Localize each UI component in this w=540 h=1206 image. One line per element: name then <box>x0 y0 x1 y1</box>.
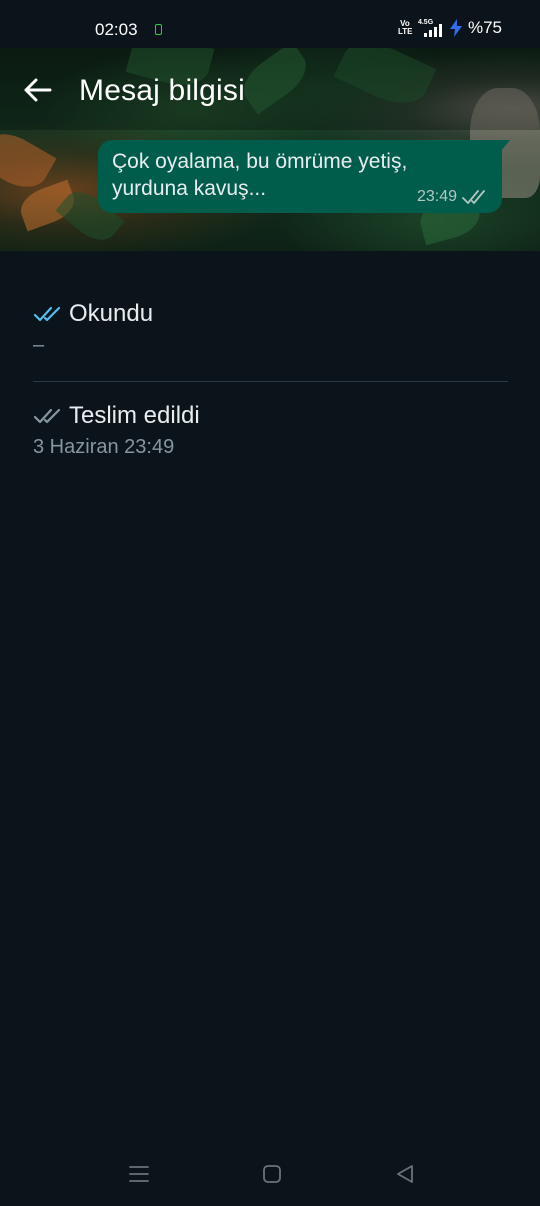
recent-apps-button[interactable] <box>119 1154 159 1194</box>
back-triangle-icon <box>397 1165 413 1183</box>
message-time: 23:49 <box>416 188 457 205</box>
menu-icon <box>129 1166 149 1182</box>
home-button[interactable] <box>252 1154 292 1194</box>
divider <box>33 381 508 382</box>
delivered-label: Teslim edildi <box>69 402 200 429</box>
back-button[interactable] <box>18 70 58 110</box>
header-wallpaper: Mesaj bilgisi Çok oyalama, bu ömrüme yet… <box>0 48 540 251</box>
volte-icon: Vo LTE <box>397 19 413 36</box>
delivered-value: 3 Haziran 23:49 <box>33 436 175 458</box>
read-value: – <box>33 334 45 356</box>
read-receipt-section: Okundu – <box>33 300 508 357</box>
battery-percentage: %75 <box>467 18 502 37</box>
status-bar: 02:03 Vo LTE 4.5G %75 <box>0 0 540 48</box>
notification-icon <box>155 24 162 35</box>
double-check-icon <box>462 190 485 204</box>
charging-bolt-icon <box>449 19 462 37</box>
message-bubble[interactable]: Çok oyalama, bu ömrüme yetiş, yurduna ka… <box>98 140 510 213</box>
arrow-left-icon <box>24 78 52 102</box>
system-nav-bar <box>0 1142 540 1206</box>
signal-icon: 4.5G <box>418 19 444 37</box>
delivered-receipt-section: Teslim edildi 3 Haziran 23:49 <box>33 402 508 459</box>
page-title: Mesaj bilgisi <box>79 74 245 107</box>
status-icons: Vo LTE 4.5G %75 <box>398 18 502 38</box>
delivered-double-check-icon <box>33 408 61 424</box>
read-label: Okundu <box>69 300 154 327</box>
message-info-screen: 02:03 Vo LTE 4.5G %75 Mesaj bilgisi Çok … <box>0 0 540 1206</box>
read-double-check-icon <box>33 306 61 322</box>
status-time: 02:03 <box>95 20 138 39</box>
message-meta: 23:49 <box>417 188 488 206</box>
system-back-button[interactable] <box>385 1154 425 1194</box>
home-icon <box>263 1165 281 1183</box>
